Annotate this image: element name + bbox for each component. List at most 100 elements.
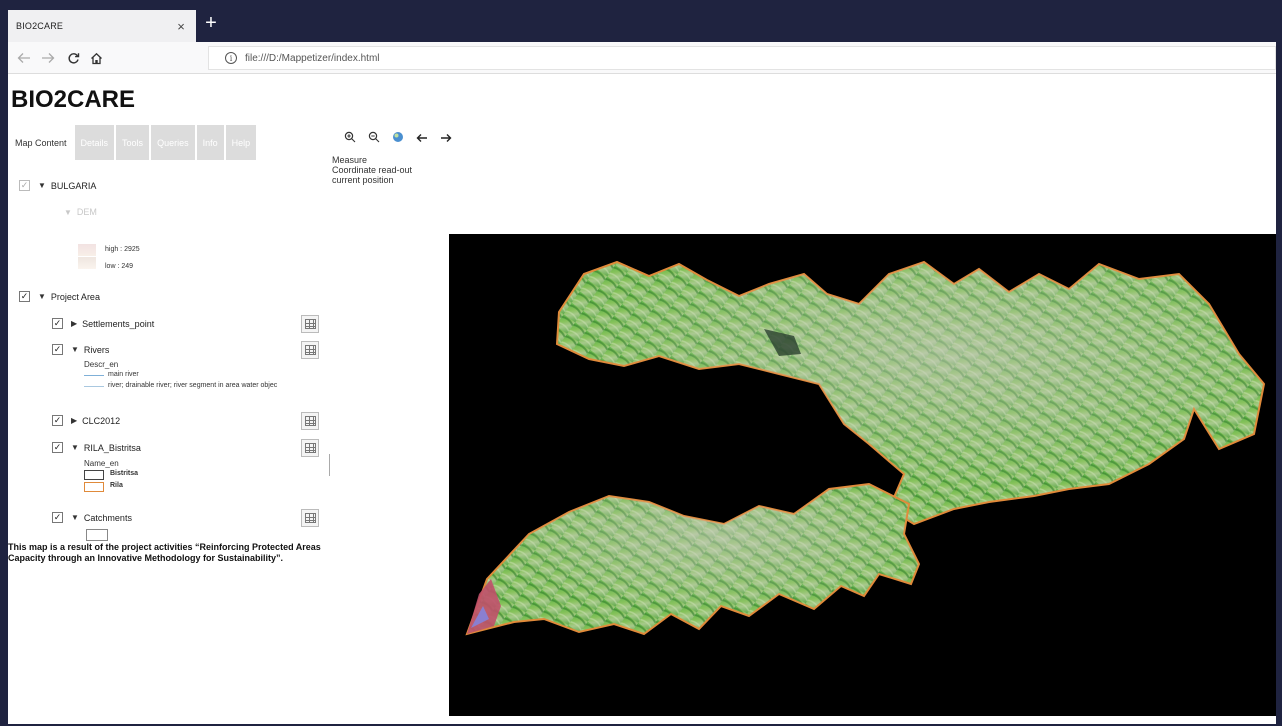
layer-catchments-label: Catchments bbox=[83, 512, 132, 523]
page-title: BIO2CARE bbox=[11, 86, 136, 113]
layer-project-area-label: Project Area bbox=[50, 291, 100, 302]
full-extent-button[interactable] bbox=[386, 131, 410, 146]
attribute-table-button[interactable] bbox=[301, 439, 319, 457]
home-icon bbox=[90, 52, 102, 64]
layer-bulgaria-label: BULGARIA bbox=[50, 180, 97, 191]
layer-settlements-checkbox[interactable]: ✓ bbox=[52, 318, 63, 329]
attribute-table-button[interactable] bbox=[301, 315, 319, 333]
new-tab-button[interactable]: + bbox=[201, 13, 221, 33]
rivers-legend-main-line bbox=[84, 375, 104, 376]
home-button[interactable] bbox=[86, 48, 106, 68]
layer-rivers: ✓ ▼ Rivers bbox=[52, 344, 109, 355]
forward-button[interactable] bbox=[38, 48, 58, 68]
page-content: BIO2CARE Map Content Details Tools Queri… bbox=[8, 74, 1276, 724]
browser-toolbar: i file:///D:/Mappetizer/index.html bbox=[8, 42, 1276, 74]
layer-catchments-checkbox[interactable]: ✓ bbox=[52, 512, 63, 523]
previous-view-button[interactable] bbox=[410, 132, 434, 146]
tab-strip: BIO2CARE × + bbox=[8, 6, 1276, 42]
terrain-map[interactable] bbox=[449, 234, 1276, 716]
layer-rila-bistritsa: ✓ ▼ RILA_Bistritsa bbox=[52, 442, 141, 453]
layer-clc2012: ✓ ▶ CLC2012 bbox=[52, 415, 120, 426]
rila-legend-title: Name_en bbox=[84, 459, 119, 468]
expand-caret-icon[interactable]: ▼ bbox=[38, 292, 46, 301]
expand-caret-icon[interactable]: ▼ bbox=[71, 513, 79, 522]
next-view-button[interactable] bbox=[434, 132, 458, 146]
tab-details[interactable]: Details bbox=[74, 125, 115, 160]
expand-caret-icon[interactable]: ▼ bbox=[38, 181, 46, 190]
expand-caret-icon[interactable]: ▶ bbox=[71, 319, 77, 328]
layer-project-area-checkbox[interactable]: ✓ bbox=[19, 291, 30, 302]
layer-clc2012-checkbox[interactable]: ✓ bbox=[52, 415, 63, 426]
tab-info[interactable]: Info bbox=[196, 125, 224, 160]
rivers-legend-main: main river bbox=[108, 371, 139, 378]
layer-rila-bistritsa-checkbox[interactable]: ✓ bbox=[52, 442, 63, 453]
layer-rila-bistritsa-label: RILA_Bistritsa bbox=[83, 442, 141, 453]
tab-tools[interactable]: Tools bbox=[116, 125, 150, 160]
layer-clc2012-label: CLC2012 bbox=[82, 415, 121, 426]
table-icon bbox=[304, 416, 316, 426]
zoom-out-button[interactable] bbox=[362, 131, 386, 146]
tab-queries[interactable]: Queries bbox=[151, 125, 195, 160]
dem-legend-high-swatch bbox=[78, 244, 96, 256]
attribute-table-button[interactable] bbox=[301, 509, 319, 527]
site-info-icon[interactable]: i bbox=[225, 52, 237, 64]
layer-rivers-label: Rivers bbox=[83, 344, 110, 355]
rivers-legend-other: river; drainable river; river segment in… bbox=[108, 382, 278, 389]
catchments-legend-swatch bbox=[86, 529, 108, 541]
layer-settlements: ✓ ▶ Settlements_point bbox=[52, 318, 154, 329]
reload-button[interactable] bbox=[63, 48, 83, 68]
back-button[interactable] bbox=[14, 48, 34, 68]
expand-caret-icon[interactable]: ▼ bbox=[71, 443, 79, 452]
attribute-table-button[interactable] bbox=[301, 412, 319, 430]
zoom-in-button[interactable] bbox=[338, 131, 362, 146]
rivers-legend-title: Descr_en bbox=[84, 360, 119, 369]
rila-legend-swatch bbox=[84, 482, 104, 492]
arrow-right-icon bbox=[441, 133, 452, 142]
expand-caret-icon[interactable]: ▼ bbox=[71, 345, 79, 354]
table-icon bbox=[304, 443, 316, 453]
browser-tab[interactable]: BIO2CARE × bbox=[8, 10, 196, 42]
layer-settlements-label: Settlements_point bbox=[82, 318, 155, 329]
dem-legend-low: low : 249 bbox=[105, 263, 134, 270]
attribute-table-button[interactable] bbox=[301, 341, 319, 359]
layer-catchments: ✓ ▼ Catchments bbox=[52, 512, 132, 523]
panel-splitter[interactable] bbox=[329, 454, 330, 476]
layer-bulgaria-checkbox[interactable]: ✓ bbox=[19, 180, 30, 191]
close-tab-icon[interactable]: × bbox=[174, 19, 188, 34]
forward-arrow-icon bbox=[42, 53, 55, 63]
tab-help[interactable]: Help bbox=[225, 125, 257, 160]
expand-caret-icon[interactable]: ▶ bbox=[71, 416, 77, 425]
dem-legend-high: high : 2925 bbox=[105, 246, 140, 253]
map-canvas[interactable] bbox=[449, 234, 1276, 716]
project-note: This map is a result of the project acti… bbox=[8, 542, 321, 563]
browser-window: BIO2CARE × + i file:///D:/Mappetizer/ind… bbox=[8, 6, 1276, 724]
table-icon bbox=[304, 513, 316, 523]
map-toolbar bbox=[338, 131, 458, 146]
map-tools-info: Measure Coordinate read-out current posi… bbox=[332, 155, 412, 185]
zoom-out-icon bbox=[368, 131, 380, 143]
layer-project-area: ✓ ▼ Project Area bbox=[19, 291, 100, 302]
expand-caret-icon[interactable]: ▼ bbox=[64, 208, 72, 217]
reload-icon bbox=[67, 52, 79, 63]
back-arrow-icon bbox=[17, 53, 30, 63]
tab-map-content[interactable]: Map Content bbox=[11, 125, 73, 160]
measure-link[interactable]: Measure bbox=[332, 155, 412, 165]
current-position-label: current position bbox=[332, 175, 394, 185]
dem-legend-low-swatch bbox=[78, 257, 96, 269]
rila-legend-label: Rila bbox=[110, 482, 123, 489]
url-text: file:///D:/Mappetizer/index.html bbox=[245, 52, 380, 64]
layer-panel: ✓ ▼ BULGARIA ▼ DEM high : 2925 low : 249… bbox=[8, 160, 328, 724]
zoom-in-icon bbox=[344, 131, 356, 143]
layer-dem-label: DEM bbox=[76, 207, 97, 217]
browser-tab-title: BIO2CARE bbox=[16, 21, 64, 31]
table-icon bbox=[304, 345, 316, 355]
rivers-legend-other-line bbox=[84, 386, 104, 387]
panel-tabs: Map Content Details Tools Queries Info H… bbox=[11, 125, 258, 160]
globe-icon bbox=[393, 132, 403, 142]
layer-rivers-checkbox[interactable]: ✓ bbox=[52, 344, 63, 355]
arrow-left-icon bbox=[416, 133, 427, 142]
coordinate-readout-label: Coordinate read-out bbox=[332, 165, 413, 175]
table-icon bbox=[304, 319, 316, 329]
layer-bulgaria: ✓ ▼ BULGARIA bbox=[19, 180, 96, 191]
address-bar[interactable]: i file:///D:/Mappetizer/index.html bbox=[208, 46, 1276, 70]
